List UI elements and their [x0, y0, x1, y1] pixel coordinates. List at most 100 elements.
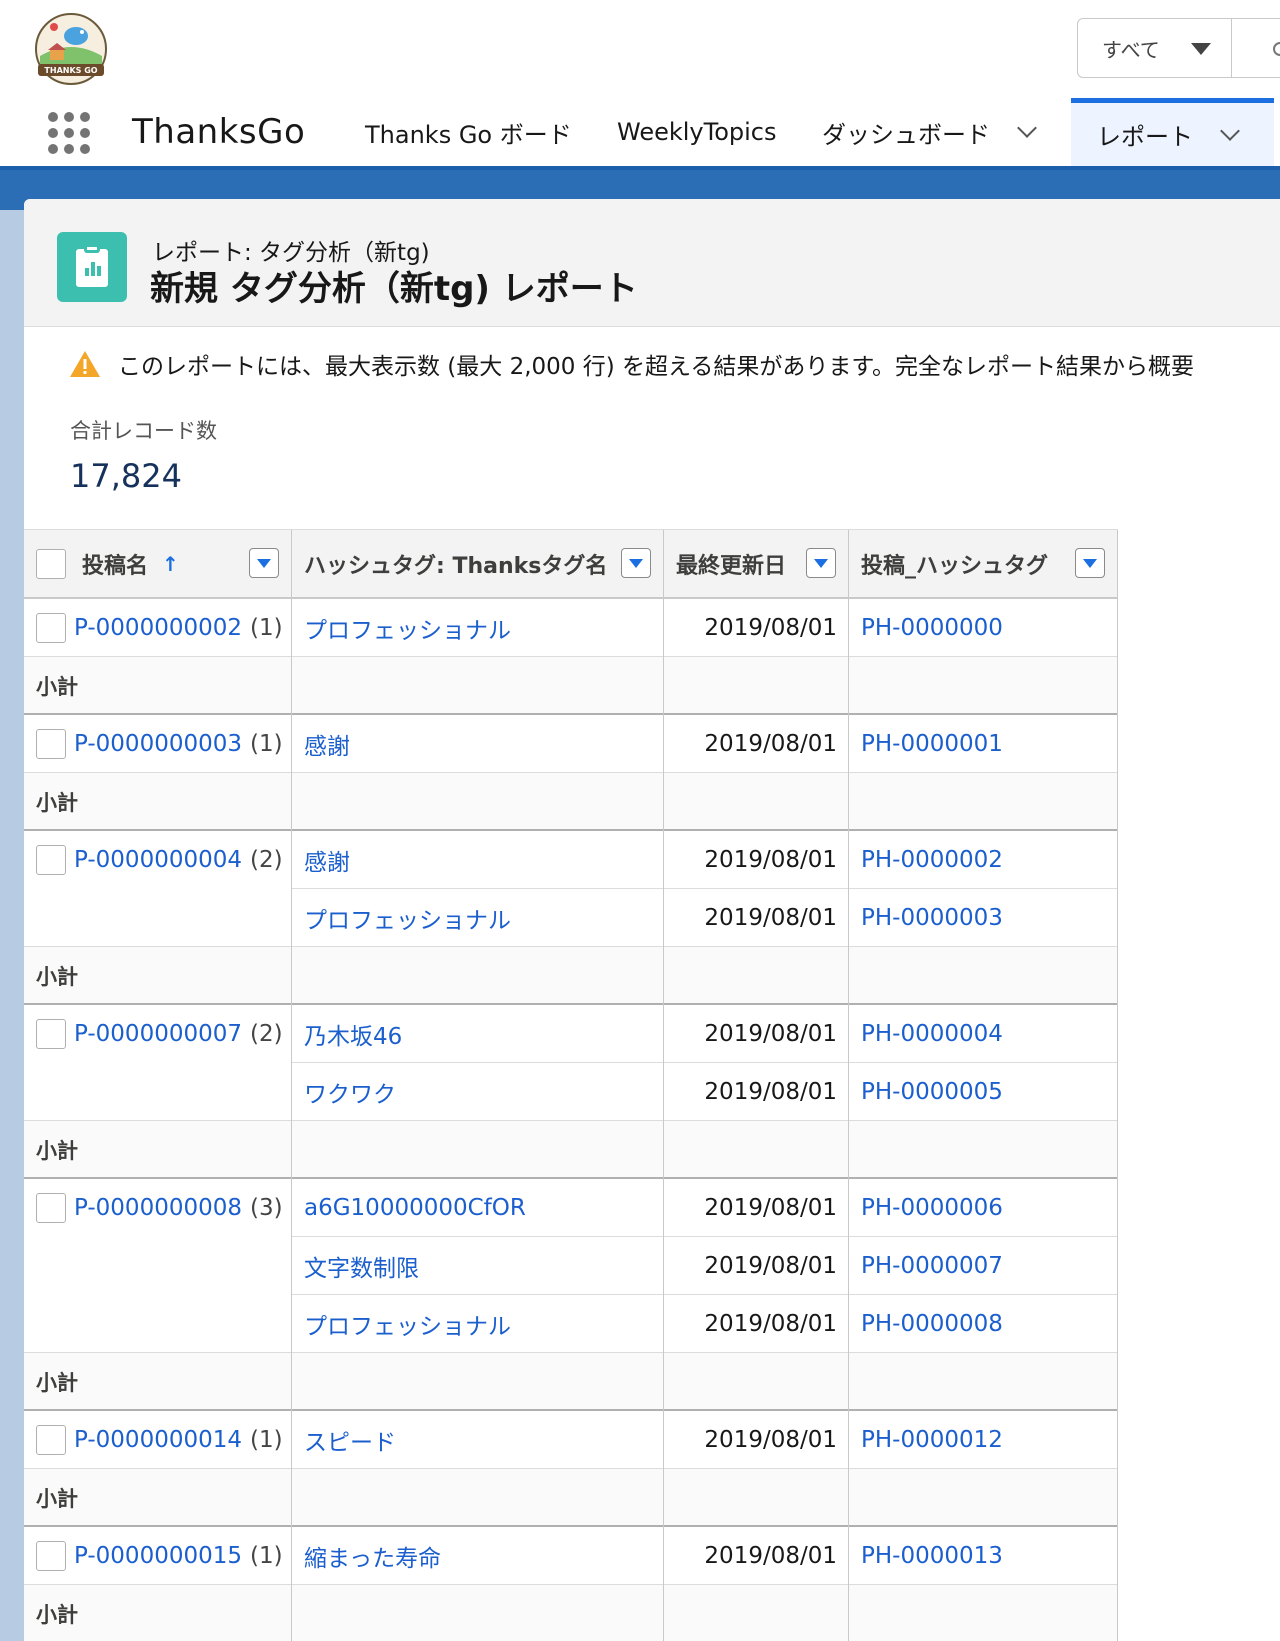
post-hashtag-cell: PH-0000006: [861, 1179, 1003, 1237]
last-modified-date: 2019/08/01: [704, 1079, 837, 1105]
post-name-cell: P-0000000003 (1): [36, 715, 283, 773]
group-count: (3): [250, 1195, 283, 1221]
post-hashtag-link[interactable]: PH-0000013: [861, 1543, 1003, 1569]
report-icon: [57, 232, 127, 302]
group-count: (2): [250, 847, 283, 873]
row-checkbox[interactable]: [36, 1193, 66, 1223]
nav-item-thanks-go-board[interactable]: Thanks Go ボード: [365, 98, 572, 166]
tag-name-link[interactable]: 縮まった寿命: [304, 1539, 441, 1573]
column-menu-button[interactable]: [621, 548, 651, 578]
subtotal-label: 小計: [36, 1371, 78, 1395]
post-hashtag-cell: PH-0000002: [861, 831, 1003, 889]
post-name-link[interactable]: P-0000000002: [74, 615, 242, 641]
nav-item-weekly-topics[interactable]: WeeklyTopics: [617, 98, 777, 166]
post-hashtag-link[interactable]: PH-0000005: [861, 1079, 1003, 1105]
tag-name-cell: プロフェッショナル: [304, 1295, 511, 1353]
global-header: THANKS GO すべて: [0, 0, 1280, 98]
column-divider: [848, 599, 849, 1641]
app-launcher-icon[interactable]: [48, 112, 90, 154]
app-navigation-bar: ThanksGo Thanks Go ボード WeeklyTopics ダッシュ…: [0, 98, 1280, 170]
table-row: プロフェッショナル 2019/08/01 PH-0000003: [24, 889, 1118, 947]
subtotal-row: 小計: [24, 1121, 1118, 1179]
column-menu-button[interactable]: [1075, 548, 1105, 578]
nav-item-dashboard[interactable]: ダッシュボード: [822, 98, 1037, 166]
tag-name-link[interactable]: プロフェッショナル: [304, 1307, 511, 1341]
row-checkbox[interactable]: [36, 845, 66, 875]
post-hashtag-link[interactable]: PH-0000001: [861, 731, 1003, 757]
record-count-value: 17,824: [70, 457, 182, 495]
tag-name-link[interactable]: プロフェッショナル: [304, 901, 511, 935]
tag-name-link[interactable]: 感謝: [304, 843, 350, 877]
post-name-cell: P-0000000014 (1): [36, 1411, 283, 1469]
last-modified-cell: 2019/08/01: [664, 1179, 837, 1237]
post-name-link[interactable]: P-0000000004: [74, 847, 242, 873]
tag-name-cell: プロフェッショナル: [304, 889, 511, 947]
group-count: (2): [250, 1021, 283, 1047]
post-hashtag-link[interactable]: PH-0000004: [861, 1021, 1003, 1047]
column-header-tag-name[interactable]: ハッシュタグ: Thanksタグ名: [292, 530, 664, 598]
last-modified-date: 2019/08/01: [704, 1427, 837, 1453]
tag-name-link[interactable]: a6G10000000CfOR: [304, 1195, 526, 1221]
tag-name-link[interactable]: スピード: [304, 1423, 396, 1457]
post-hashtag-link[interactable]: PH-0000008: [861, 1311, 1003, 1337]
column-divider: [291, 599, 292, 1641]
group-count: (1): [250, 731, 283, 757]
thanks-go-logo[interactable]: THANKS GO: [32, 12, 110, 86]
row-checkbox[interactable]: [36, 1541, 66, 1571]
post-hashtag-link[interactable]: PH-0000000: [861, 615, 1003, 641]
search-scope-dropdown[interactable]: すべて: [1077, 18, 1232, 78]
chevron-down-icon[interactable]: [1220, 120, 1240, 141]
last-modified-date: 2019/08/01: [704, 905, 837, 931]
row-checkbox[interactable]: [36, 613, 66, 643]
post-name-link[interactable]: P-0000000008: [74, 1195, 242, 1221]
search-input[interactable]: [1232, 18, 1280, 78]
search-icon: [1273, 42, 1280, 56]
sort-ascending-icon[interactable]: ↑: [162, 552, 179, 576]
nav-item-label: Thanks Go ボード: [365, 120, 572, 149]
post-name-link[interactable]: P-0000000015: [74, 1543, 242, 1569]
column-menu-button[interactable]: [249, 548, 279, 578]
column-label: 最終更新日: [676, 554, 787, 579]
subtotal-label: 小計: [36, 965, 78, 989]
post-hashtag-link[interactable]: PH-0000006: [861, 1195, 1003, 1221]
column-label: 投稿_ハッシュタグ: [861, 554, 1049, 579]
nav-item-reports[interactable]: レポート: [1071, 98, 1274, 166]
column-header-post-name[interactable]: 投稿名 ↑: [24, 530, 292, 598]
chevron-down-icon[interactable]: [1017, 118, 1037, 138]
row-checkbox[interactable]: [36, 1019, 66, 1049]
post-hashtag-link[interactable]: PH-0000007: [861, 1253, 1003, 1279]
last-modified-cell: 2019/08/01: [664, 831, 837, 889]
column-header-last-modified[interactable]: 最終更新日: [664, 530, 849, 598]
post-hashtag-link[interactable]: PH-0000003: [861, 905, 1003, 931]
tag-name-link[interactable]: 乃木坂46: [304, 1017, 402, 1051]
post-hashtag-link[interactable]: PH-0000012: [861, 1427, 1003, 1453]
subtotal-row: 小計: [24, 773, 1118, 831]
post-name-link[interactable]: P-0000000014: [74, 1427, 242, 1453]
table-row: P-0000000003 (1) 感謝 2019/08/01 PH-0000001: [24, 715, 1118, 773]
tag-name-link[interactable]: 文字数制限: [304, 1249, 419, 1283]
column-menu-button[interactable]: [806, 548, 836, 578]
post-hashtag-link[interactable]: PH-0000002: [861, 847, 1003, 873]
row-checkbox[interactable]: [36, 1425, 66, 1455]
last-modified-date: 2019/08/01: [704, 847, 837, 873]
row-checkbox[interactable]: [36, 729, 66, 759]
last-modified-cell: 2019/08/01: [664, 1005, 837, 1063]
post-name-link[interactable]: P-0000000007: [74, 1021, 242, 1047]
group-count: (1): [250, 615, 283, 641]
post-name-link[interactable]: P-0000000003: [74, 731, 242, 757]
svg-text:THANKS GO: THANKS GO: [44, 66, 97, 75]
tag-name-link[interactable]: 感謝: [304, 727, 350, 761]
tag-name-link[interactable]: ワクワク: [304, 1075, 396, 1109]
search-scope-label: すべて: [1102, 37, 1160, 62]
tag-name-cell: 縮まった寿命: [304, 1527, 441, 1585]
subtotal-label: 小計: [36, 675, 78, 699]
column-divider: [1117, 599, 1118, 1641]
tag-name-cell: 感謝: [304, 715, 350, 773]
tag-name-cell: 感謝: [304, 831, 350, 889]
warning-text: このレポートには、最大表示数 (最大 2,000 行) を超える結果があります。…: [118, 354, 1195, 380]
tag-name-link[interactable]: プロフェッショナル: [304, 611, 511, 645]
subtotal-label: 小計: [36, 1487, 78, 1511]
column-header-post-hashtag[interactable]: 投稿_ハッシュタグ: [849, 530, 1118, 598]
nav-item-label: WeeklyTopics: [617, 118, 777, 146]
select-all-checkbox[interactable]: [36, 549, 66, 579]
